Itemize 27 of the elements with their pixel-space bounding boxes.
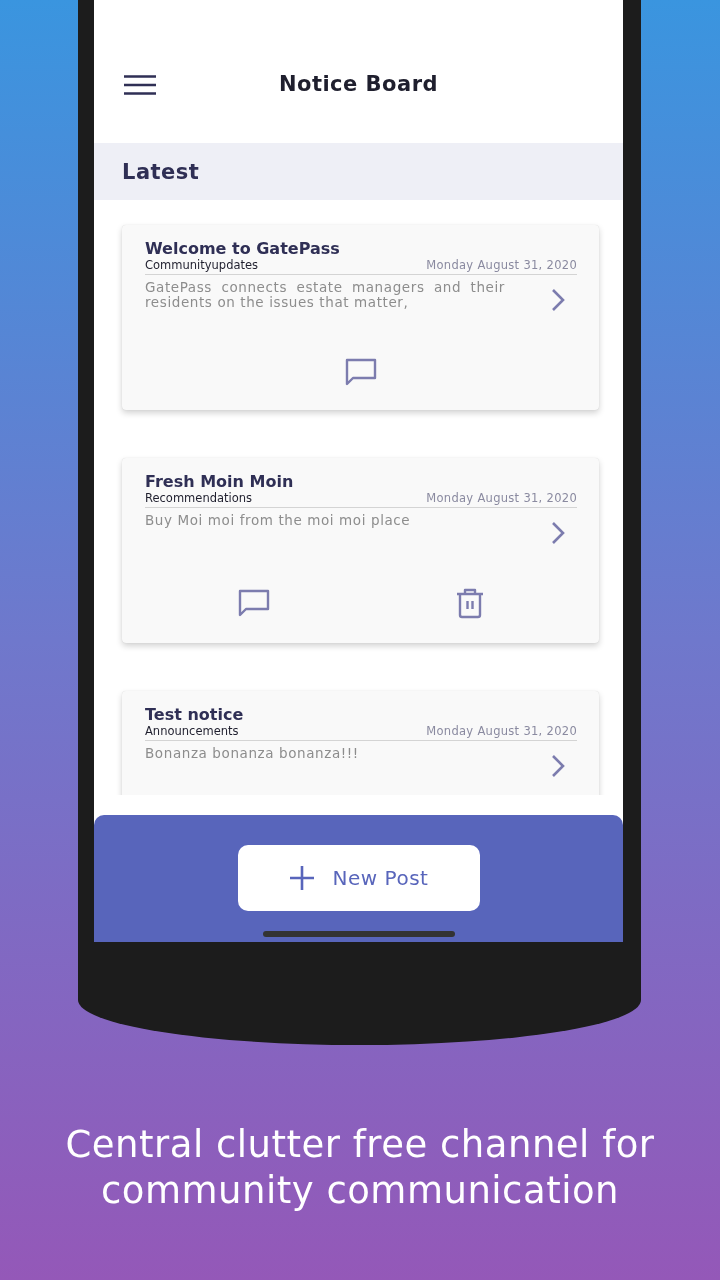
notice-card[interactable]: Fresh Moin Moin Recommendations Monday August 31, 2020 Buy Moi moi from the moi moi place [122,458,599,643]
notice-title: Welcome to GatePass [145,239,341,258]
notice-card[interactable]: Test notice Announcements Monday August 31, 2020 Bonanza bonanza bonanza!!! [122,691,599,795]
caption-text: Central clutter free channel for community communication [64,1122,656,1214]
plus-icon [288,865,315,891]
chevron-right-icon[interactable] [551,521,565,545]
notice-category: Recommendations [145,491,253,505]
notice-date: Monday August 31, 2020 [426,724,577,738]
notice-category: Announcements [145,724,239,738]
comment-icon[interactable] [237,589,271,617]
new-post-button[interactable]: New Post [237,845,480,911]
notice-text: GatePass connects estate managers and their residents on the issues that matter, [145,280,505,310]
comment-icon[interactable] [344,358,378,386]
notice-text: Bonanza bonanza bonanza!!! [145,746,360,761]
notice-title: Fresh Moin Moin [145,472,295,491]
notice-card[interactable]: Welcome to GatePass Communityupdates Monday August 31, 2020 GatePass connects estate managers and their residents on the issues that matter, [122,225,599,410]
notice-text: Buy Moi moi from the moi moi place [145,513,412,528]
notice-category: Communityupdates [145,258,259,272]
screen-title: Notice Board [278,71,439,96]
trash-icon[interactable] [455,587,485,619]
notice-date: Monday August 31, 2020 [426,491,577,505]
chevron-right-icon[interactable] [551,288,565,312]
notice-title: Test notice [145,705,245,724]
chevron-right-icon[interactable] [551,754,565,778]
menu-icon[interactable] [124,75,156,95]
section-title: Latest [122,159,200,184]
notice-date: Monday August 31, 2020 [426,258,577,272]
